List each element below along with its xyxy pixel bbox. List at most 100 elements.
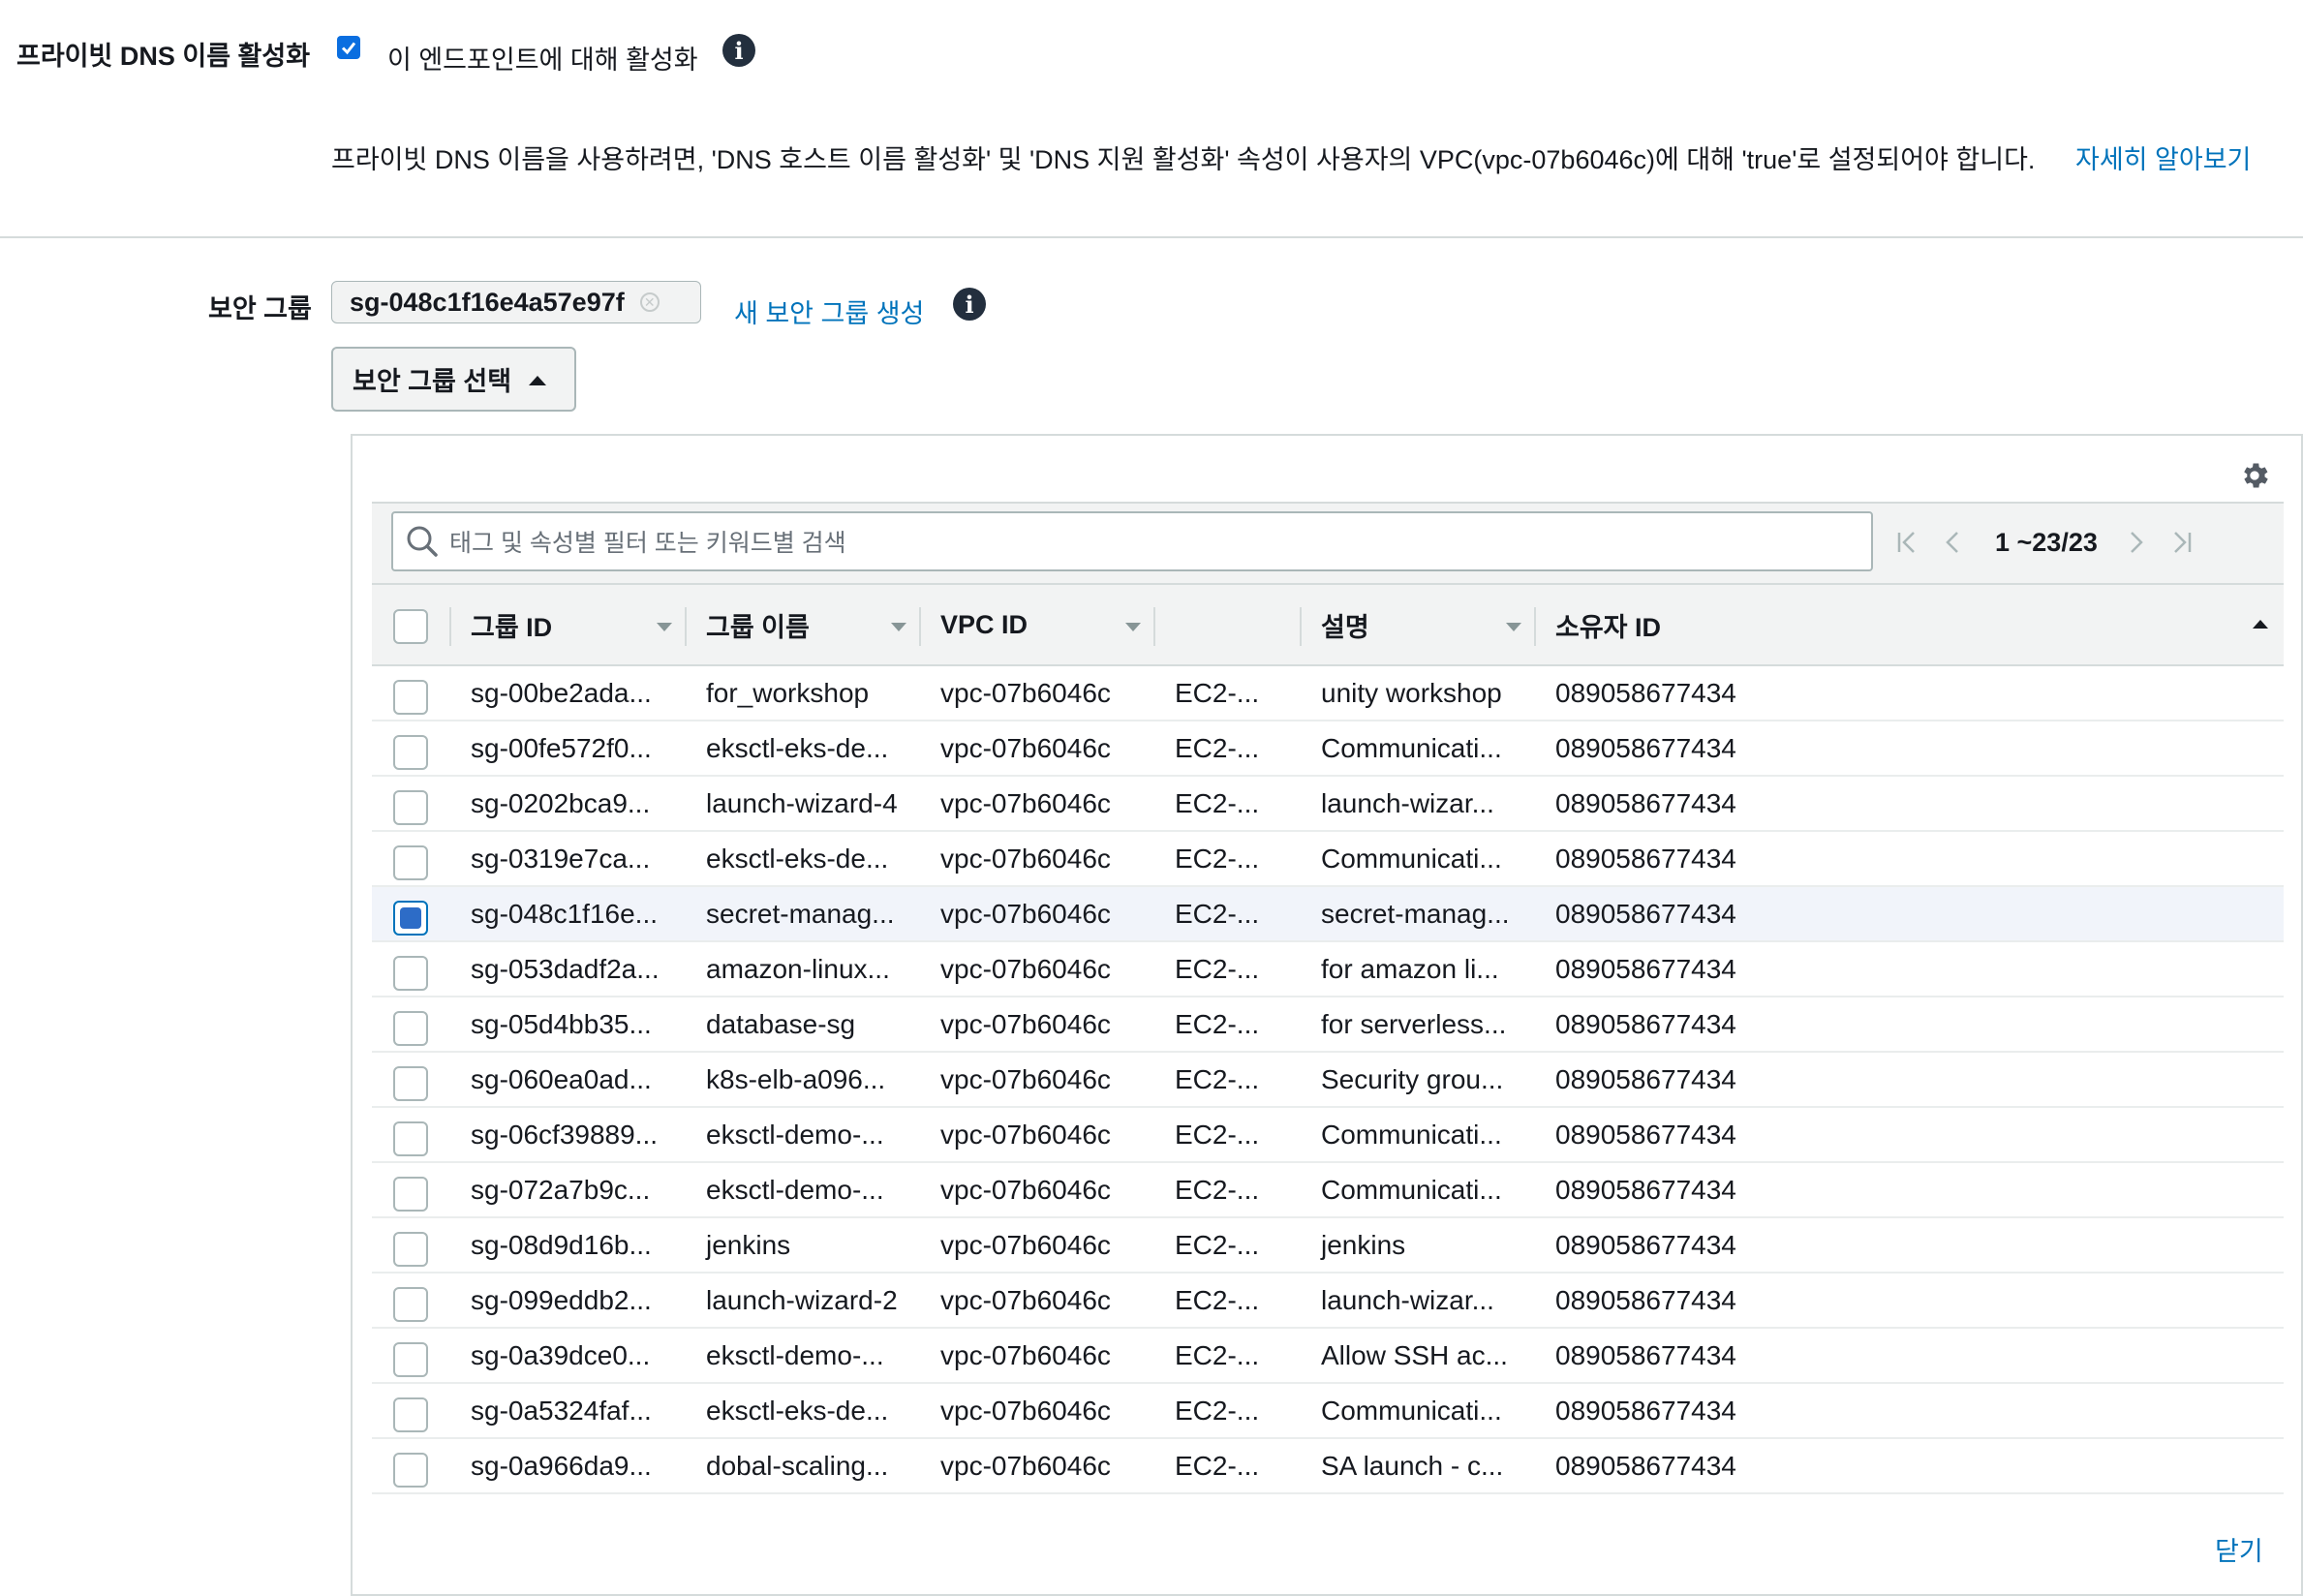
table-row[interactable]: sg-08d9d16b... jenkins vpc-07b6046c EC2-...…: [372, 1218, 2284, 1274]
security-group-info-icon[interactable]: i: [953, 288, 986, 321]
cell-group-id: sg-099eddb2...: [471, 1284, 652, 1315]
sort-caret-down-icon[interactable]: [891, 623, 906, 631]
table-row[interactable]: sg-060ea0ad... k8s-elb-a096... vpc-07b6046…: [372, 1053, 2284, 1108]
table-header: 그룹 ID 그룹 이름 VPC ID 설명 소유자 ID: [372, 583, 2284, 666]
table-row[interactable]: sg-0202bca9... launch-wizard-4 vpc-07b6046…: [372, 777, 2284, 832]
cell-group-id: sg-0202bca9...: [471, 787, 651, 818]
cell-type: EC2-...: [1175, 1339, 1260, 1370]
row-checkbox[interactable]: [393, 1342, 428, 1377]
cell-owner-id: 089058677434: [1555, 1008, 1736, 1039]
cell-description: Communicati...: [1321, 1174, 1502, 1205]
sort-caret-up-icon[interactable]: [2253, 620, 2268, 629]
cell-group-id: sg-08d9d16b...: [471, 1229, 652, 1260]
row-checkbox[interactable]: [393, 1121, 428, 1156]
cell-group-id: sg-048c1f16e...: [471, 898, 659, 929]
cell-owner-id: 089058677434: [1555, 1339, 1736, 1370]
sort-caret-down-icon[interactable]: [1125, 623, 1141, 631]
cell-vpc-id: vpc-07b6046c: [940, 1395, 1111, 1426]
cell-vpc-id: vpc-07b6046c: [940, 898, 1111, 929]
cell-owner-id: 089058677434: [1555, 953, 1736, 984]
table-row[interactable]: sg-00fe572f0... eksctl-eks-de... vpc-07b60…: [372, 721, 2284, 777]
create-security-group-link[interactable]: 새 보안 그룹 생성: [734, 292, 924, 330]
table-row[interactable]: sg-099eddb2... launch-wizard-2 vpc-07b6046…: [372, 1274, 2284, 1329]
cell-description: for amazon li...: [1321, 953, 1499, 984]
row-checkbox[interactable]: [393, 845, 428, 880]
cell-vpc-id: vpc-07b6046c: [940, 1339, 1111, 1370]
row-checkbox[interactable]: [393, 1066, 428, 1101]
cell-vpc-id: vpc-07b6046c: [940, 1119, 1111, 1150]
cell-group-id: sg-00fe572f0...: [471, 732, 652, 763]
row-checkbox[interactable]: [393, 1177, 428, 1212]
table-row[interactable]: sg-0a39dce0... eksctl-demo-... vpc-07b6046…: [372, 1329, 2284, 1384]
table-row[interactable]: sg-0a5324faf... eksctl-eks-de... vpc-07b60…: [372, 1384, 2284, 1439]
cell-owner-id: 089058677434: [1555, 843, 1736, 874]
column-header-group-name[interactable]: 그룹 이름: [706, 585, 810, 664]
select-security-group-button[interactable]: 보안 그룹 선택: [331, 347, 576, 412]
remove-token-icon[interactable]: ✕: [639, 292, 660, 312]
private-dns-checkbox[interactable]: [337, 36, 360, 59]
close-link[interactable]: 닫기: [2215, 1530, 2263, 1568]
cell-owner-id: 089058677434: [1555, 1229, 1736, 1260]
row-checkbox[interactable]: [393, 790, 428, 825]
table-row[interactable]: sg-072a7b9c... eksctl-demo-... vpc-07b6046…: [372, 1163, 2284, 1218]
column-header-description[interactable]: 설명: [1321, 585, 1369, 664]
cell-description: Communicati...: [1321, 843, 1502, 874]
cell-description: Communicati...: [1321, 1119, 1502, 1150]
cell-group-name: launch-wizard-2: [706, 1284, 898, 1315]
cell-group-id: sg-0a5324faf...: [471, 1395, 652, 1426]
last-page-icon[interactable]: [2167, 528, 2196, 557]
cell-group-name: eksctl-demo-...: [706, 1339, 884, 1370]
cell-owner-id: 089058677434: [1555, 1063, 1736, 1094]
cell-type: EC2-...: [1175, 843, 1260, 874]
cell-group-name: eksctl-eks-de...: [706, 732, 889, 763]
table-row[interactable]: sg-0a966da9... dobal-scaling... vpc-07b604…: [372, 1439, 2284, 1494]
private-dns-note: 프라이빗 DNS 이름을 사용하려면, 'DNS 호스트 이름 활성화' 및 '…: [331, 145, 2036, 174]
learn-more-link[interactable]: 자세히 알아보기: [2075, 138, 2251, 176]
table-row[interactable]: sg-00be2ada... for_workshop vpc-07b6046c EC…: [372, 666, 2284, 721]
sort-caret-down-icon[interactable]: [1506, 623, 1521, 631]
cell-owner-id: 089058677434: [1555, 1174, 1736, 1205]
row-checkbox[interactable]: [393, 735, 428, 770]
cell-group-id: sg-0319e7ca...: [471, 843, 651, 874]
first-page-icon[interactable]: [1892, 528, 1921, 557]
table-row[interactable]: sg-05d4bb35... database-sg vpc-07b6046c EC2…: [372, 998, 2284, 1053]
row-checkbox[interactable]: [393, 956, 428, 991]
row-checkbox[interactable]: [393, 1397, 428, 1432]
section-divider: [0, 236, 2303, 238]
previous-page-icon[interactable]: [1939, 528, 1968, 557]
table-row[interactable]: sg-0319e7ca... eksctl-eks-de... vpc-07b604…: [372, 832, 2284, 887]
cell-group-id: sg-05d4bb35...: [471, 1008, 652, 1039]
row-checkbox[interactable]: [393, 1287, 428, 1322]
table-row[interactable]: sg-053dadf2a... amazon-linux... vpc-07b604…: [372, 942, 2284, 998]
cell-vpc-id: vpc-07b6046c: [940, 953, 1111, 984]
table-row[interactable]: sg-048c1f16e... secret-manag... vpc-07b604…: [372, 887, 2284, 942]
search-input[interactable]: 태그 및 속성별 필터 또는 키워드별 검색: [391, 511, 1873, 571]
cell-group-id: sg-06cf39889...: [471, 1119, 659, 1150]
private-dns-label: 프라이빗 DNS 이름 활성화: [16, 42, 311, 71]
cell-owner-id: 089058677434: [1555, 1119, 1736, 1150]
row-checkbox[interactable]: [393, 1453, 428, 1488]
cell-description: Communicati...: [1321, 732, 1502, 763]
row-checkbox[interactable]: [393, 1232, 428, 1267]
cell-type: EC2-...: [1175, 677, 1260, 708]
column-header-group-id[interactable]: 그룹 ID: [471, 585, 552, 664]
column-header-owner-id[interactable]: 소유자 ID: [1555, 585, 1661, 664]
row-checkbox[interactable]: [393, 680, 428, 715]
column-header-vpc-id[interactable]: VPC ID: [940, 585, 1028, 664]
info-icon[interactable]: i: [722, 34, 755, 67]
cell-group-name: eksctl-demo-...: [706, 1119, 884, 1150]
cell-description: launch-wizar...: [1321, 1284, 1494, 1315]
cell-description: Security grou...: [1321, 1063, 1504, 1094]
cell-group-id: sg-060ea0ad...: [471, 1063, 652, 1094]
row-checkbox[interactable]: [393, 1011, 428, 1046]
cell-description: for serverless...: [1321, 1008, 1507, 1039]
gear-icon[interactable]: [2238, 459, 2271, 492]
table-row[interactable]: sg-06cf39889... eksctl-demo-... vpc-07b604…: [372, 1108, 2284, 1163]
select-all-checkbox[interactable]: [393, 609, 428, 644]
row-checkbox[interactable]: [393, 901, 428, 936]
next-page-icon[interactable]: [2121, 528, 2150, 557]
table-body: sg-00be2ada... for_workshop vpc-07b6046c EC…: [372, 666, 2284, 1494]
pagination: 1 ~23/23: [1892, 523, 2196, 562]
search-icon: [407, 526, 438, 557]
sort-caret-down-icon[interactable]: [657, 623, 672, 631]
